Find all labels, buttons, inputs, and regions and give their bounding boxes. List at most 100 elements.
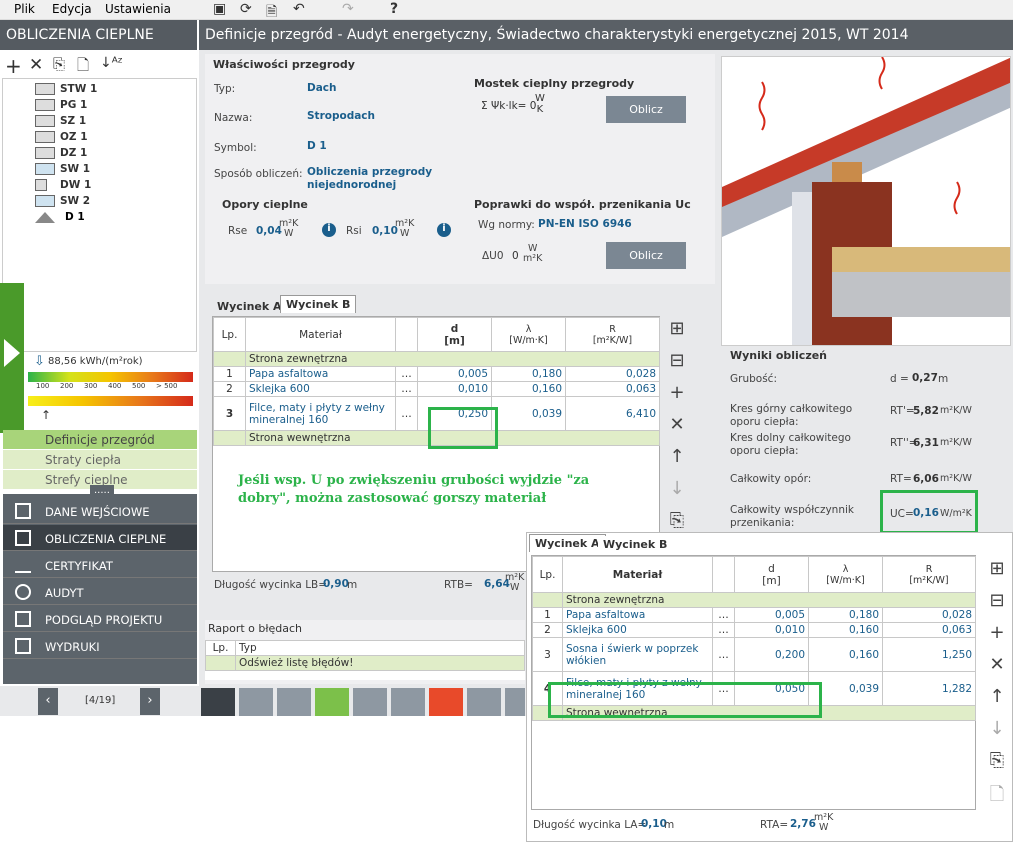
tree-item[interactable]: D 1 [35,211,85,227]
corrections-calc-button[interactable]: Oblicz [606,242,686,269]
document-icon[interactable]: 🗋 [982,782,1012,812]
prev-button[interactable]: ‹ [38,688,58,715]
save-icon[interactable]: ▣ [213,1,226,17]
type-value[interactable]: Dach [307,82,337,94]
add-icon[interactable]: + [662,382,692,403]
tree-item[interactable]: SW 2 [35,195,90,211]
next-button[interactable]: › [140,688,160,715]
bridge-calc-button[interactable]: Oblicz [606,96,686,123]
nav-audit[interactable]: AUDYT [3,579,197,605]
menu-ustawienia[interactable]: Ustawienia [105,2,171,16]
door-icon [35,179,47,191]
tab-section-b[interactable]: Wycinek B [280,295,357,313]
tab-icon[interactable] [239,688,273,716]
grid-icon [15,530,31,546]
rta-unit: m²K W [814,812,834,833]
name-label: Nazwa: [214,112,253,124]
results-title: Wyniki obliczeń [730,349,828,362]
add-icon[interactable]: + [5,54,22,78]
tab-icon[interactable] [391,688,425,716]
undo-icon[interactable]: ↶ [293,1,305,17]
tree-item[interactable]: SZ 1 [35,115,86,131]
tab-icon[interactable] [505,688,525,716]
tree-item[interactable]: DZ 1 [35,147,87,163]
info-icon[interactable]: i [322,223,336,237]
add-icon[interactable]: + [982,622,1012,643]
result-label: Całkowity współczynnik przenikania: [730,504,854,529]
tick-label: 500 [132,382,146,390]
move-down-icon[interactable]: ↓ [982,718,1012,739]
preview-icon [15,611,31,627]
subnav-heat-loss[interactable]: Straty ciepła [3,450,197,469]
tab-section-b[interactable]: Wycinek B [598,536,673,553]
tree-item[interactable]: SW 1 [35,163,90,179]
tab-icon[interactable] [467,688,501,716]
delete-row-icon[interactable]: ⊟ [982,590,1012,611]
copy-icon[interactable]: ⎘ [982,750,1012,771]
tab-icon[interactable] [429,688,463,716]
tick-label: 100 [36,382,50,390]
tab-icon[interactable] [277,688,311,716]
length-a-label: Długość wycinka LA= [533,819,647,831]
tick-label: 300 [84,382,98,390]
name-value[interactable]: Stropodach [307,110,375,122]
help-icon[interactable]: ? [390,1,398,17]
tab-icon[interactable] [315,688,349,716]
table-row[interactable]: 2 Sklejka 600… 0,010 0,160 0,063 [532,622,976,638]
redo-icon[interactable]: ↷ [342,1,354,17]
delete-icon[interactable]: ✕ [29,55,43,75]
move-up-icon[interactable]: ↑ [982,686,1012,707]
tab-section-a[interactable]: Wycinek A [529,534,606,552]
tree-item[interactable]: OZ 1 [35,131,88,147]
table-row[interactable]: 2 Sklejka 600… 0,010 0,160 0,063 [213,381,660,397]
tree-item[interactable]: DW 1 [35,179,91,195]
col-r: R [m²K/W] [882,556,976,593]
subnav-definitions[interactable]: Definicje przegród [3,430,197,449]
collapse-handle[interactable] [0,283,24,433]
copy-icon[interactable]: ⎘ [662,510,692,531]
corrections-title: Poprawki do współ. przenikania Uc [474,198,691,211]
norm-value[interactable]: PN-EN ISO 6946 [538,218,632,230]
nav-input-data[interactable]: DANE WEJŚCIOWE [3,498,197,524]
method-label: Sposób obliczeń: [214,168,303,180]
table-row[interactable]: 1 Papa asfaltowa… 0,005 0,180 0,028 [532,607,976,623]
move-down-icon[interactable]: ↓ [662,478,692,499]
tree-item[interactable]: PG 1 [35,99,87,115]
refresh-errors-link[interactable]: Odśwież listę błędów! [235,655,525,671]
symbol-value[interactable]: D 1 [307,140,327,152]
nav-thermal-calc[interactable]: OBLICZENIA CIEPLNE [3,525,197,551]
method-value[interactable]: Obliczenia przegrody niejednorodnej [307,166,457,192]
copy-icon[interactable]: ⎘ [53,55,65,73]
rse-unit: m²K W [279,218,299,239]
insert-row-icon[interactable]: ⊞ [982,558,1012,579]
du-unit: Wm²K [523,243,543,264]
tree-item[interactable]: STW 1 [35,83,97,99]
concrete-slab [832,272,1010,317]
tab-icon[interactable] [201,688,235,716]
delete-icon[interactable]: ✕ [662,414,692,435]
nav-certificate[interactable]: CERTYFIKAT [3,552,197,578]
refresh-icon[interactable]: ⟳ [240,1,252,17]
delete-icon[interactable]: ✕ [982,654,1012,675]
nav-preview[interactable]: PODGLĄD PROJEKTU [3,606,197,632]
menu-edycja[interactable]: Edycja [52,2,92,16]
result-value: 0,27 [912,372,938,384]
document-icon[interactable]: 🗋 [77,55,89,80]
tab-icon[interactable] [353,688,387,716]
move-up-icon[interactable]: ↑ [662,446,692,467]
menu-plik[interactable]: Plik [14,2,35,16]
table-row[interactable]: 3 Sosna i świerk w poprzek włókien… 0,200 0… [532,637,976,672]
delete-row-icon[interactable]: ⊟ [662,350,692,371]
info-icon[interactable]: i [437,223,451,237]
sort-icon[interactable]: ↓ᴬᶻ [100,55,123,71]
table-row[interactable]: 1 Papa asfaltowa… 0,005 0,180 0,028 [213,366,660,382]
col-lambda: λ [W/m·K] [491,317,566,352]
insert-row-icon[interactable]: ⊞ [662,318,692,339]
roof-cross-section-image [722,57,1010,345]
nav-prints[interactable]: WYDRUKI [3,633,197,659]
uc-highlight [880,490,978,534]
tab-section-a[interactable]: Wycinek A [212,298,287,315]
heat-arrow [878,57,886,90]
bottom-tabs [199,686,529,716]
roof-illustration [721,56,1011,346]
